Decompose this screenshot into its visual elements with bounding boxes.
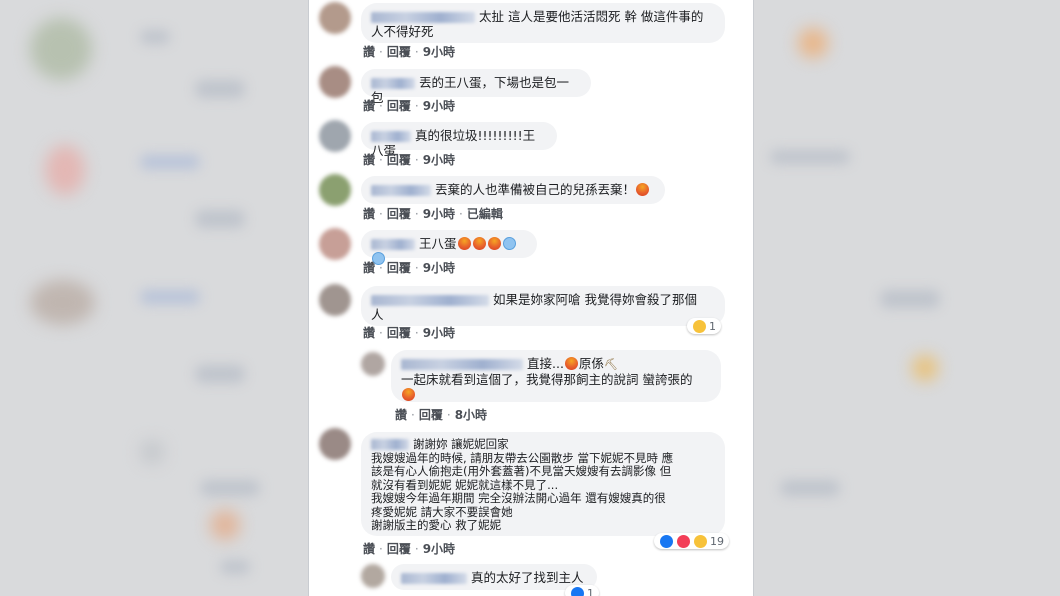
haha-reaction-icon xyxy=(693,319,706,333)
like-button[interactable]: 讚 xyxy=(395,408,407,422)
angry-emoji-icon xyxy=(472,237,486,250)
like-button[interactable]: 讚 xyxy=(363,207,375,221)
comment-text: 人不得好死 xyxy=(371,24,434,39)
hammer-icon: ⛏ xyxy=(603,358,618,371)
avatar[interactable] xyxy=(361,352,385,376)
reaction-badge[interactable]: 1 xyxy=(687,318,721,334)
reaction-count: 1 xyxy=(587,586,594,596)
commenter-name[interactable] xyxy=(371,12,475,23)
comment-time[interactable]: 9小時 xyxy=(423,261,455,275)
reply-button[interactable]: 回覆 xyxy=(387,207,411,221)
comment-text: 如果是妳家阿嗆 我覺得妳會殺了那個 xyxy=(493,292,697,307)
commenter-name[interactable] xyxy=(401,573,467,584)
comment-bubble: 真的很垃圾!!!!!!!!!王八蛋 xyxy=(361,122,557,158)
like-button[interactable]: 讚 xyxy=(363,326,375,340)
like-button[interactable]: 讚 xyxy=(363,153,375,167)
reaction-count: 19 xyxy=(710,534,724,548)
avatar[interactable] xyxy=(361,564,385,588)
reaction-badge[interactable]: 19 xyxy=(654,533,729,549)
like-button[interactable]: 讚 xyxy=(363,99,375,113)
commenter-name[interactable] xyxy=(371,131,411,142)
comment-actions: 讚 · 回覆 · 8小時 xyxy=(395,408,488,422)
commenter-name[interactable] xyxy=(371,439,409,450)
angry-emoji-icon xyxy=(402,388,415,401)
comment-actions: 讚 · 回覆 · 9小時 xyxy=(363,99,456,113)
comment-actions: 讚 · 回覆 · 9小時 xyxy=(363,261,456,275)
reply-button[interactable]: 回覆 xyxy=(387,45,411,59)
comment-bubble: 如果是妳家阿嗆 我覺得妳會殺了那個 人 xyxy=(361,286,725,326)
comment-text: 原係 xyxy=(578,356,604,371)
comment-text: 一起床就看到這個了，我覺得那飼主的說詞 蠻誇張的 xyxy=(401,372,693,387)
comment-time[interactable]: 9小時 xyxy=(423,542,455,556)
comment-bubble: 王八蛋 xyxy=(361,230,537,265)
avatar[interactable] xyxy=(319,66,351,98)
comment-text: 太扯 這人是要他活活悶死 幹 做這件事的 xyxy=(479,9,704,24)
comment-actions: 讚 · 回覆 · 9小時 xyxy=(363,542,456,556)
like-button[interactable]: 讚 xyxy=(363,542,375,556)
reply-button[interactable]: 回覆 xyxy=(387,326,411,340)
crying-emoji-icon xyxy=(502,237,516,250)
comment-text: 謝謝妳 讓妮妮回家 xyxy=(413,437,509,451)
comment-text: 我嫂嫂過年的時候, 請朋友帶去公園散步 當下妮妮不見時 應 xyxy=(371,450,674,465)
comment-text: 人 xyxy=(371,307,384,322)
comment-time[interactable]: 8小時 xyxy=(455,408,487,422)
comment-text: 疼愛妮妮 請大家不要誤會她 xyxy=(371,504,513,519)
reaction-count: 1 xyxy=(709,319,716,333)
commenter-name[interactable] xyxy=(401,359,523,370)
like-reaction-icon xyxy=(571,586,584,596)
avatar[interactable] xyxy=(319,284,351,316)
like-button[interactable]: 讚 xyxy=(363,45,375,59)
comment-bubble: 真的太好了找到主人 xyxy=(391,564,597,590)
comment-bubble: 丟棄的人也準備被自己的兒孫丟棄！ xyxy=(361,176,665,204)
like-reaction-icon xyxy=(660,534,673,548)
comment-time[interactable]: 9小時 xyxy=(423,207,455,221)
reply-button[interactable]: 回覆 xyxy=(387,153,411,167)
reply-button[interactable]: 回覆 xyxy=(419,408,443,422)
love-reaction-icon xyxy=(677,534,690,548)
avatar[interactable] xyxy=(319,228,351,260)
reply-button[interactable]: 回覆 xyxy=(387,99,411,113)
comment-text: 王八蛋 xyxy=(419,236,457,251)
comment-time[interactable]: 9小時 xyxy=(423,45,455,59)
comment-actions: 讚 · 回覆 · 9小時 xyxy=(363,45,456,59)
comment-text: 我嫂嫂今年過年期間 完全沒辦法開心過年 還有嫂嫂真的很 xyxy=(371,491,666,505)
comment-panel: 太扯 這人是要他活活悶死 幹 做這件事的 人不得好死 讚 · 回覆 · 9小時 丟的王八… xyxy=(308,0,754,596)
avatar[interactable] xyxy=(319,120,351,152)
wow-reaction-icon xyxy=(694,534,707,548)
comment-time[interactable]: 9小時 xyxy=(423,326,455,340)
comment-bubble: 丟的王八蛋，下場也是包一包 xyxy=(361,69,591,105)
comment-time[interactable]: 9小時 xyxy=(423,153,455,167)
angry-emoji-icon xyxy=(457,237,471,250)
reaction-badge[interactable]: 1 xyxy=(565,585,599,596)
like-button[interactable]: 讚 xyxy=(363,261,375,275)
commenter-name[interactable] xyxy=(371,239,415,250)
comment-text: 就沒有看到妮妮 妮妮就這樣不見了... xyxy=(371,477,559,492)
commenter-name[interactable] xyxy=(371,78,415,89)
comment-bubble: 直接... 原係⛏ 一起床就看到這個了，我覺得那飼主的說詞 蠻誇張的 xyxy=(391,350,721,402)
commenter-name[interactable] xyxy=(371,295,489,306)
comment-bubble: 謝謝妳 讓妮妮回家 我嫂嫂過年的時候, 請朋友帶去公園散步 當下妮妮不見時 應 … xyxy=(361,432,725,536)
comment-text: 該是有心人偷抱走(用外套蓋著)不見當天嫂嫂有去調影像 但 xyxy=(371,464,672,478)
comment-actions: 讚 · 回覆 · 9小時 xyxy=(363,153,456,167)
reply-button[interactable]: 回覆 xyxy=(387,261,411,275)
comment-bubble: 太扯 這人是要他活活悶死 幹 做這件事的 人不得好死 xyxy=(361,3,725,43)
comment-text: 丟棄的人也準備被自己的兒孫丟棄！ xyxy=(435,182,636,197)
avatar[interactable] xyxy=(319,2,351,34)
avatar[interactable] xyxy=(319,174,351,206)
edited-label[interactable]: 已編輯 xyxy=(467,207,503,221)
reply-button[interactable]: 回覆 xyxy=(387,542,411,556)
comment-actions: 讚 · 回覆 · 9小時 xyxy=(363,326,456,340)
commenter-name[interactable] xyxy=(371,185,431,196)
comment-actions: 讚 · 回覆 · 9小時 · 已編輯 xyxy=(363,207,503,221)
comment-time[interactable]: 9小時 xyxy=(423,99,455,113)
avatar[interactable] xyxy=(319,428,351,460)
comment-text: 謝謝版主的愛心 救了妮妮 xyxy=(371,518,502,532)
angry-emoji-icon xyxy=(636,183,650,196)
comment-text: 直接... xyxy=(527,356,564,371)
comment-text: 真的太好了找到主人 xyxy=(471,570,584,585)
angry-emoji-icon xyxy=(487,237,501,250)
angry-emoji-icon xyxy=(564,357,578,370)
